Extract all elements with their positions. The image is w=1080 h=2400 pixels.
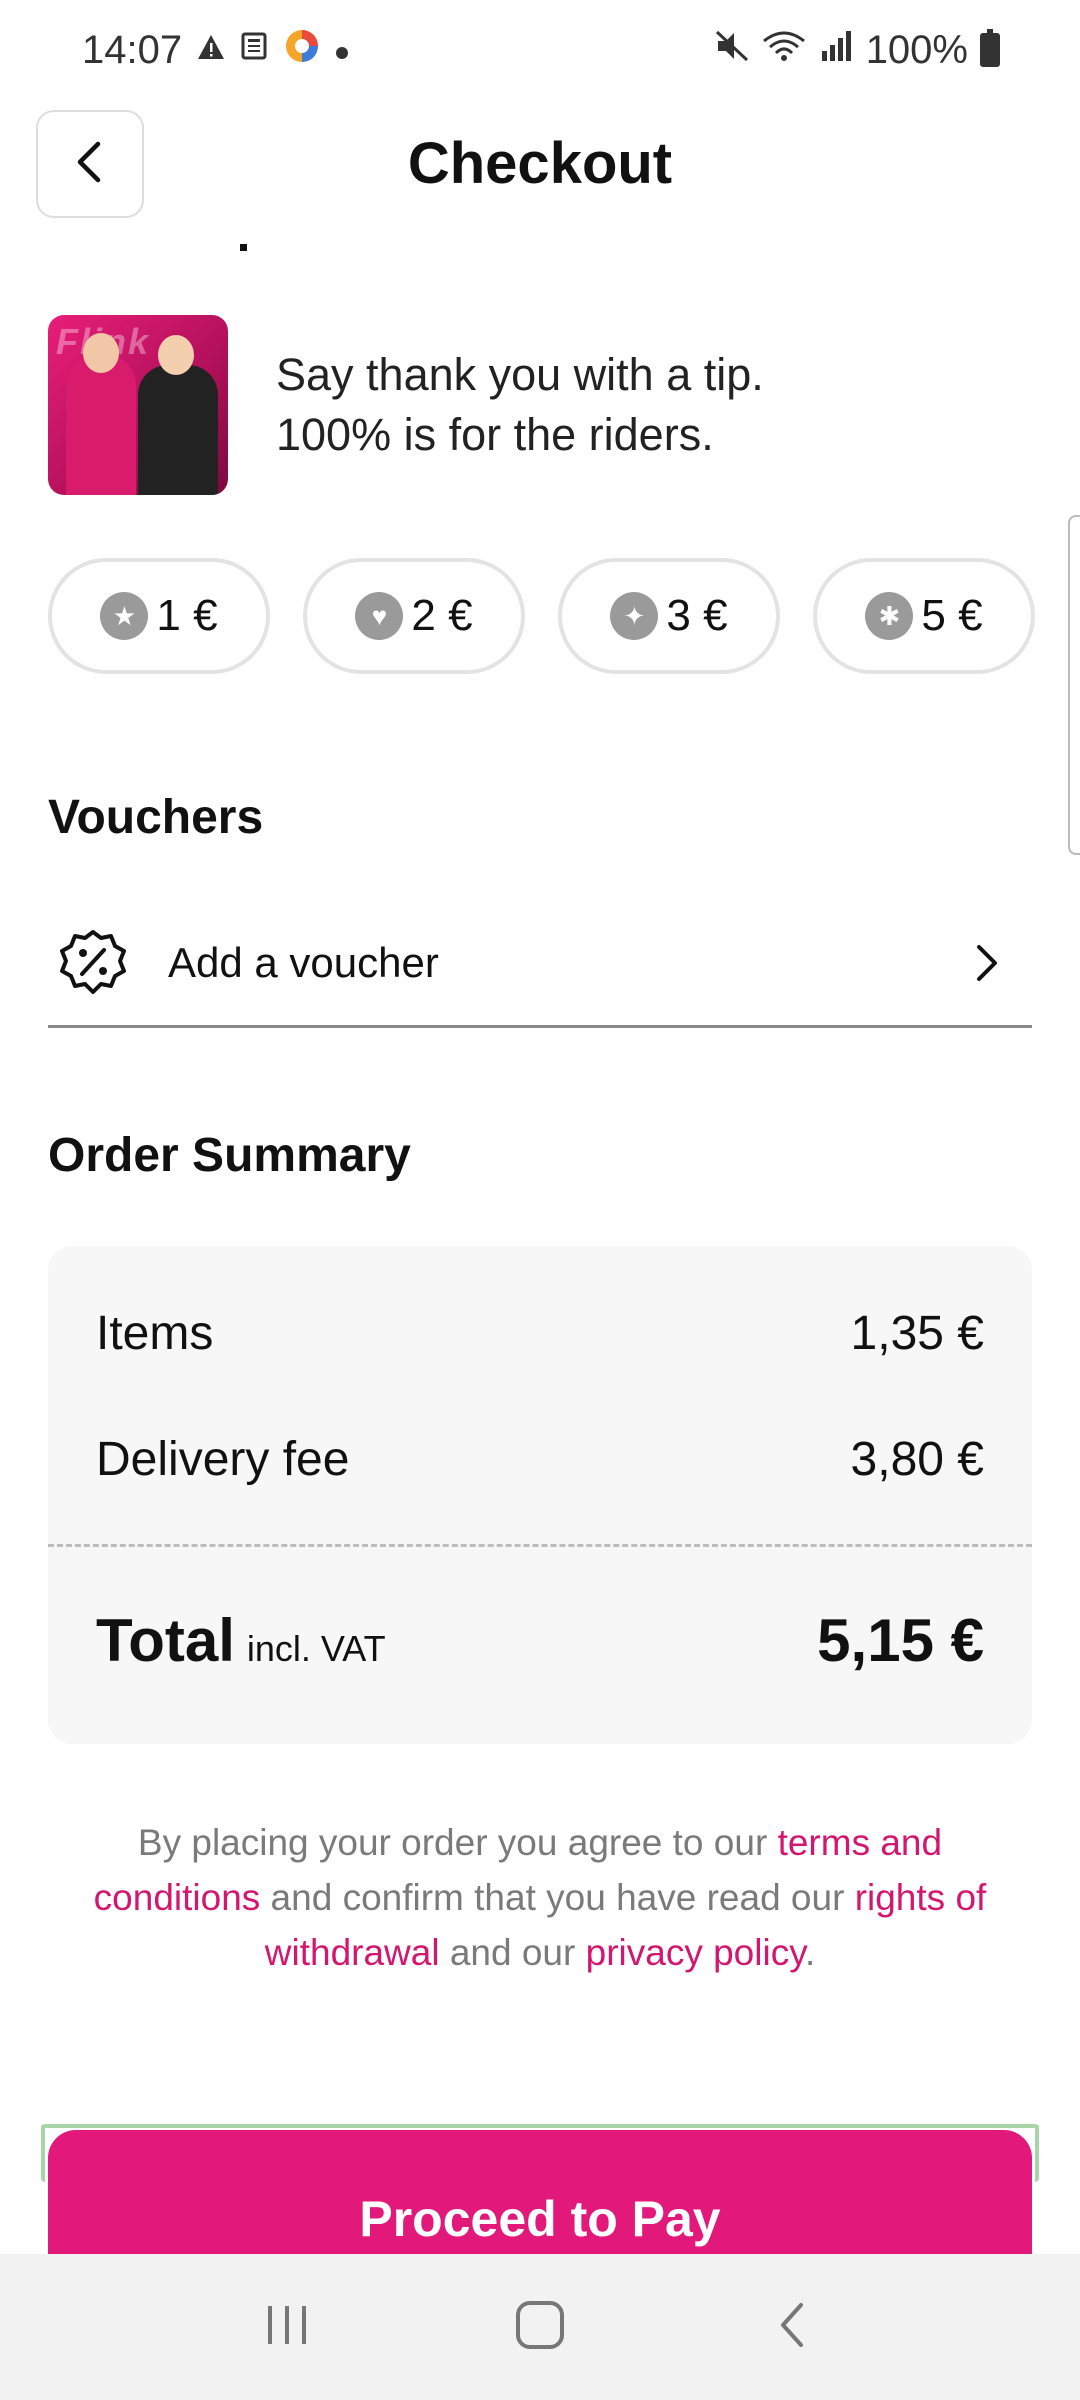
total-value: 5,15 € [817,1607,984,1674]
proceed-to-pay-label: Proceed to Pay [359,2191,721,2247]
warning-icon [196,31,226,70]
home-button[interactable] [490,2277,590,2377]
chevron-right-icon [962,938,1012,988]
battery-percent: 100% [865,27,968,72]
summary-divider [48,1544,1032,1547]
delivery-fee-value: 3,80 € [850,1433,984,1486]
header: Checkout [0,110,1080,218]
legal-part-2: and confirm that you have read our [260,1877,855,1918]
legal-part-3: and our [439,1932,586,1973]
party-popper-icon: ✱ [865,592,914,640]
system-nav-bar [0,2254,1080,2400]
party-face-icon: ✦ [610,592,659,640]
dot-icon [334,31,350,70]
battery-icon [980,29,1000,67]
delivery-fee-label: Delivery fee [96,1433,350,1486]
tip-banner: Flink Say thank you with a tip. 100% is … [48,315,1038,495]
tip-line-1: Say thank you with a tip. [276,349,764,400]
items-value: 1,35 € [850,1307,984,1360]
proceed-to-pay-button[interactable]: Proceed to Pay [48,2130,1032,2254]
total-row: Total incl. VAT 5,15 € [96,1606,984,1675]
tip-option-label: 1 € [156,591,218,640]
status-right: 100% [714,28,1000,73]
home-icon [514,2299,566,2356]
order-summary-title: Order Summary [48,1129,411,1182]
tip-options: ★ 1 € ♥ 2 € ✦ 3 € ✱ 5 € [48,558,1035,674]
tip-text: Say thank you with a tip. 100% is for th… [276,345,764,465]
tip-option-label: 3 € [666,591,728,640]
tip-option-label: 2 € [411,591,473,640]
nav-back-button[interactable] [743,2277,843,2377]
mute-icon [714,29,750,72]
tip-option-2[interactable]: ♥ 2 € [303,558,525,674]
app-icon [284,28,320,73]
total-label: Total [96,1607,235,1674]
vouchers-title: Vouchers [48,791,264,844]
page-title: Checkout [407,131,673,196]
status-bar: 14:07 100% [0,0,1080,100]
tip-option-1[interactable]: ★ 1 € [48,558,270,674]
status-time: 14:07 [82,27,183,72]
riders-image: Flink [48,315,228,495]
signal-icon [818,29,854,72]
heart-eyes-icon: ♥ [355,592,404,640]
star-struck-icon: ★ [100,592,149,640]
delivery-fee-row: Delivery fee 3,80 € [96,1432,984,1487]
wifi-icon [762,29,806,72]
tip-option-3[interactable]: ✦ 3 € [558,558,780,674]
recents-icon [262,2302,312,2353]
news-icon [240,31,270,70]
legal-text: By placing your order you agree to our t… [60,1815,1020,1980]
scroll-residue [240,244,247,251]
add-voucher-row[interactable]: Add a voucher [48,900,1032,1028]
total-vat-note: incl. VAT [246,1628,386,1669]
scrollbar[interactable] [1068,515,1080,855]
tip-line-2: 100% is for the riders. [276,409,714,460]
recents-button[interactable] [237,2277,337,2377]
back-icon [775,2301,811,2354]
order-summary-card: Items 1,35 € Delivery fee 3,80 € Total in… [48,1246,1032,1744]
tip-option-label: 5 € [921,591,983,640]
status-left: 14:07 [82,28,350,73]
legal-part-1: By placing your order you agree to our [137,1822,778,1863]
voucher-percent-icon [58,928,128,998]
items-row: Items 1,35 € [96,1306,984,1361]
items-label: Items [96,1307,214,1360]
add-voucher-label: Add a voucher [168,938,439,986]
privacy-link[interactable]: privacy policy [586,1932,805,1973]
legal-part-4: . [804,1932,816,1973]
tip-option-4[interactable]: ✱ 5 € [813,558,1035,674]
